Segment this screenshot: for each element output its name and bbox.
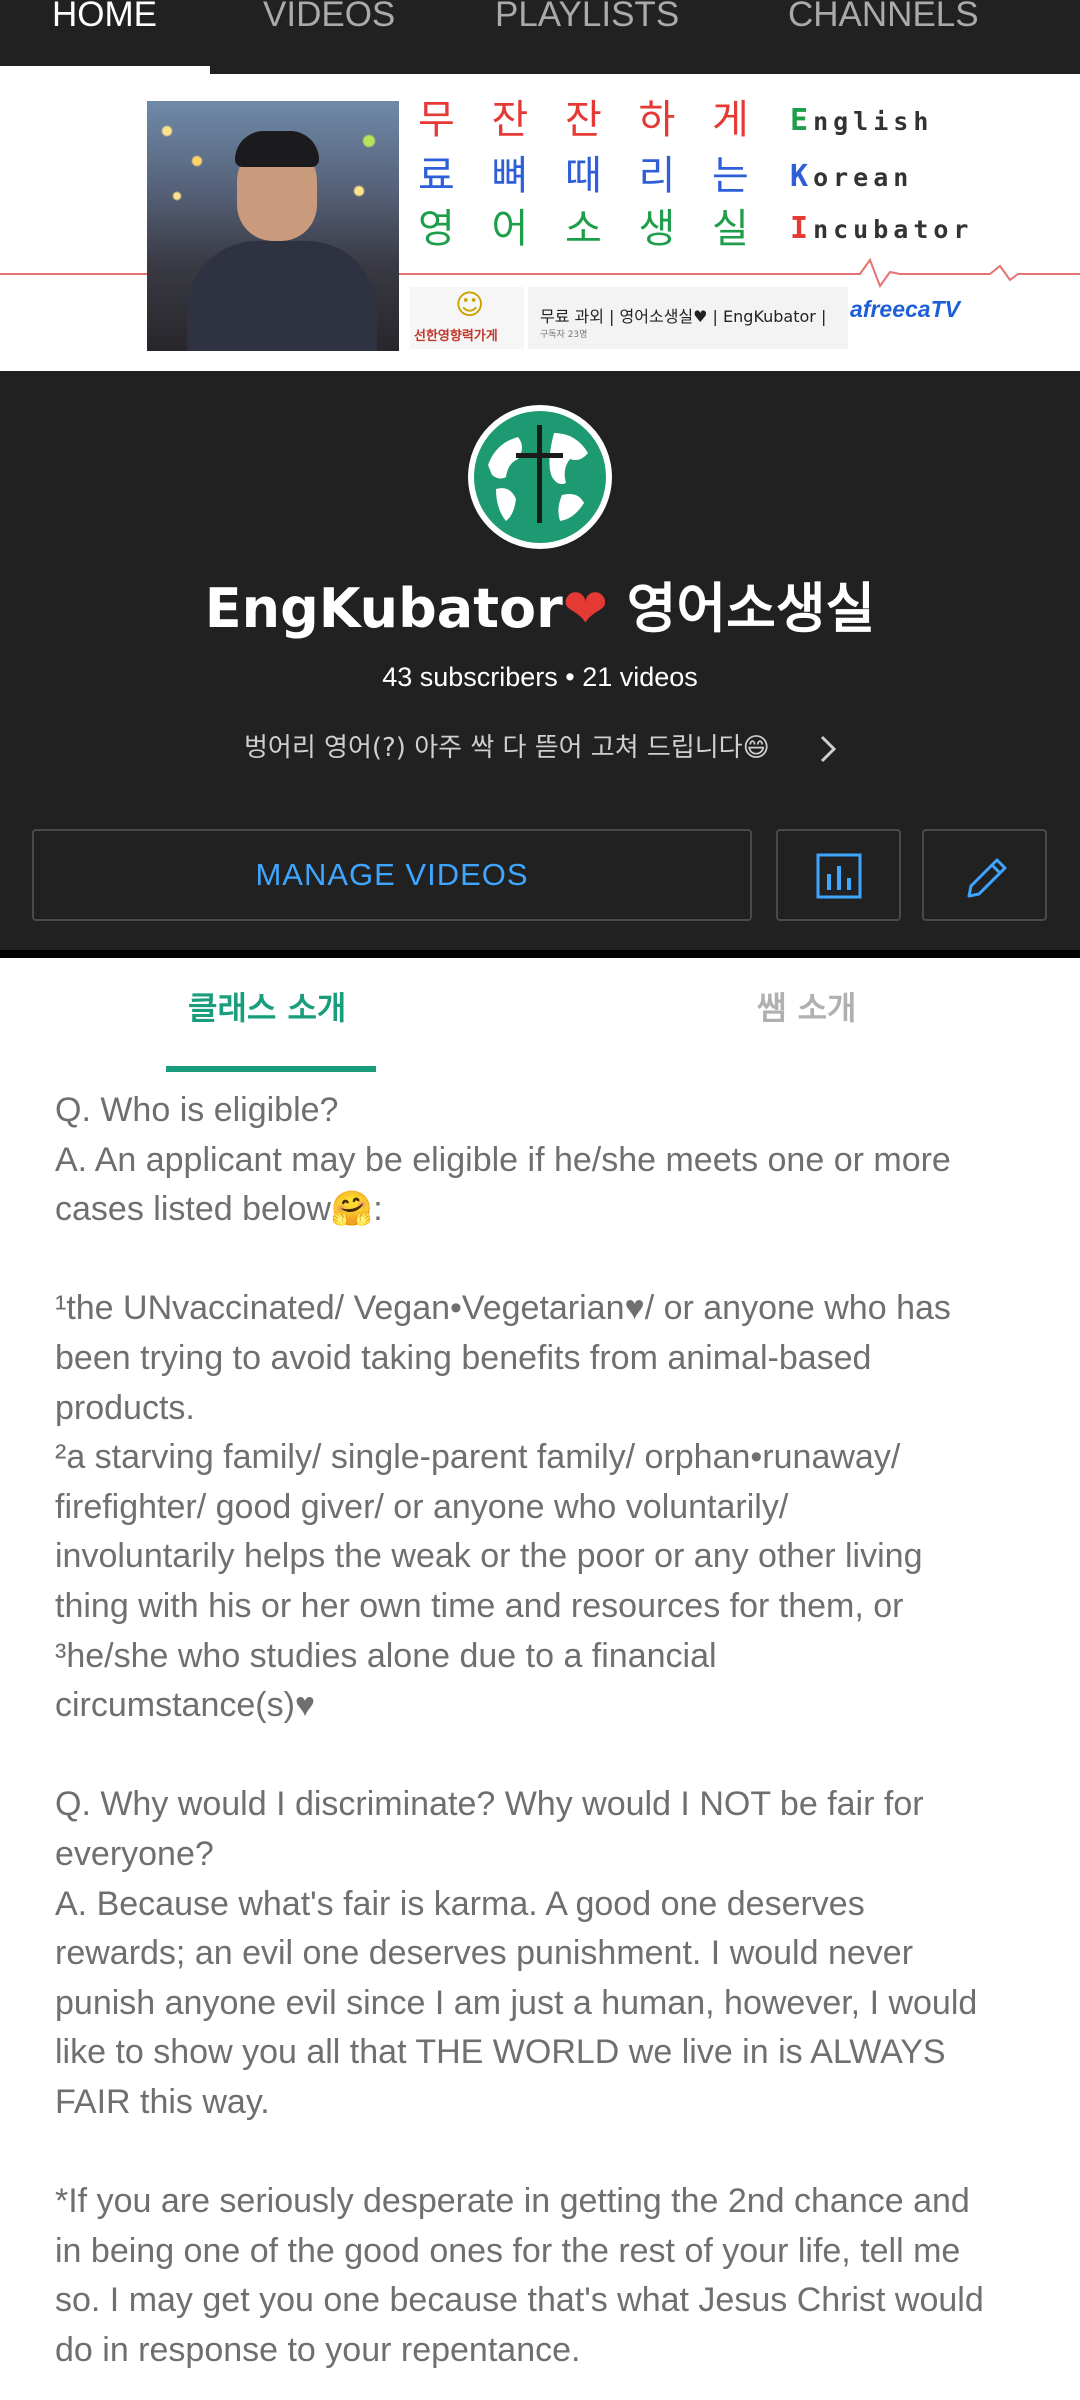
banner-info-box: 무료 과외 | 영어소생실♥ | EngKubator | 구독자 23명 — [528, 287, 848, 349]
about-text-line: firefighter/ good giver/ or anyone who v… — [55, 1487, 789, 1526]
chevron-right-icon[interactable] — [808, 729, 848, 769]
about-text-line: do in response to your repentance. — [55, 2330, 581, 2369]
about-text-line: everyone? — [55, 1834, 214, 1873]
manage-videos-button[interactable]: MANAGE VIDEOS — [32, 829, 752, 921]
analytics-icon — [816, 853, 862, 899]
about-text-line: cases listed below🤗: — [55, 1190, 383, 1229]
about-text-line: FAIR this way. — [55, 2082, 270, 2121]
about-text-line: so. I may get you one because that's wha… — [55, 2281, 984, 2320]
banner-english-line-1: English — [790, 103, 934, 138]
banner-photo — [147, 101, 399, 351]
tab-home[interactable]: HOME — [52, 0, 157, 74]
about-text-line: products. — [55, 1388, 195, 1427]
about-text-line: *If you are seriously desperate in getti… — [55, 2182, 970, 2221]
about-text-line: punish anyone evil since I am just a hum… — [55, 1983, 978, 2022]
tab-playlists[interactable]: PLAYLISTS — [495, 0, 679, 74]
banner-korean-line-2: 료 뼈 때 리 는 — [418, 153, 761, 199]
about-text-line: rewards; an evil one deserves punishment… — [55, 1934, 914, 1973]
analytics-button[interactable] — [776, 829, 901, 921]
active-inner-tab-indicator — [166, 1066, 376, 1072]
banner-logo: ☺ 선한영향력가게 — [410, 287, 524, 349]
banner-korean-line-1: 무 잔 잔 하 게 — [418, 97, 761, 143]
divider — [0, 950, 1080, 958]
channel-banner: 무 잔 잔 하 게 료 뼈 때 리 는 영 어 소 생 실 English Ko… — [0, 74, 1080, 371]
about-text-line: been trying to avoid taking benefits fro… — [55, 1338, 872, 1377]
about-text-line: thing with his or her own time and resou… — [55, 1586, 904, 1625]
banner-korean-line-3: 영 어 소 생 실 — [418, 206, 761, 252]
about-text-line: A. An applicant may be eligible if he/sh… — [55, 1140, 951, 1179]
about-text-line: ²a starving family/ single-parent family… — [55, 1438, 901, 1477]
about-text: Q. Who is eligible? A. An applicant may b… — [55, 1086, 1055, 2375]
about-text-line: in being one of the good ones for the re… — [55, 2231, 961, 2270]
about-text-line: Q. Why would I discriminate? Why would I… — [55, 1785, 924, 1824]
about-text-line: circumstance(s)♥ — [55, 1686, 316, 1725]
afreecatv-logo: afreecaTV — [850, 296, 960, 322]
about-text-line: Q. Who is eligible? — [55, 1091, 339, 1129]
edit-channel-button[interactable] — [922, 829, 1047, 921]
tab-channels[interactable]: CHANNELS — [788, 0, 979, 74]
channel-tabs: HOME VIDEOS PLAYLISTS CHANNELS — [0, 0, 1080, 74]
about-text-line: ³he/she who studies alone due to a finan… — [55, 1636, 717, 1675]
channel-title: EngKubator❤ 영어소생실 — [204, 577, 876, 640]
channel-avatar[interactable] — [466, 403, 614, 551]
channel-header: EngKubator❤ 영어소생실 43 subscribers • 21 vi… — [0, 371, 1080, 951]
smiley-icon: ☺ — [455, 288, 485, 321]
tab-teacher-intro[interactable]: 쌤 소개 — [757, 988, 856, 1028]
banner-english-line-3: Incubator — [790, 211, 974, 246]
about-tabs: 클래스 소개 쌤 소개 — [0, 958, 1080, 1076]
active-tab-indicator — [0, 66, 210, 74]
channel-description[interactable]: 벙어리 영어(?) 아주 싹 다 뜯어 고쳐 드립니다😄 — [244, 731, 804, 765]
pencil-icon — [967, 858, 1007, 898]
about-text-line: like to show you all that THE WORLD we l… — [55, 2033, 946, 2072]
channel-stats: 43 subscribers • 21 videos — [382, 662, 698, 692]
about-text-line: involuntarily helps the weak or the poor… — [55, 1537, 923, 1576]
tab-videos[interactable]: VIDEOS — [263, 0, 395, 74]
tab-class-intro[interactable]: 클래스 소개 — [188, 988, 346, 1028]
banner-english-line-2: Korean — [790, 159, 914, 194]
about-text-line: A. Because what's fair is karma. A good … — [55, 1884, 865, 1923]
about-text-line: ¹the UNvaccinated/ Vegan•Vegetarian♥/ or… — [55, 1289, 951, 1328]
heart-icon: ❤ — [562, 577, 608, 640]
